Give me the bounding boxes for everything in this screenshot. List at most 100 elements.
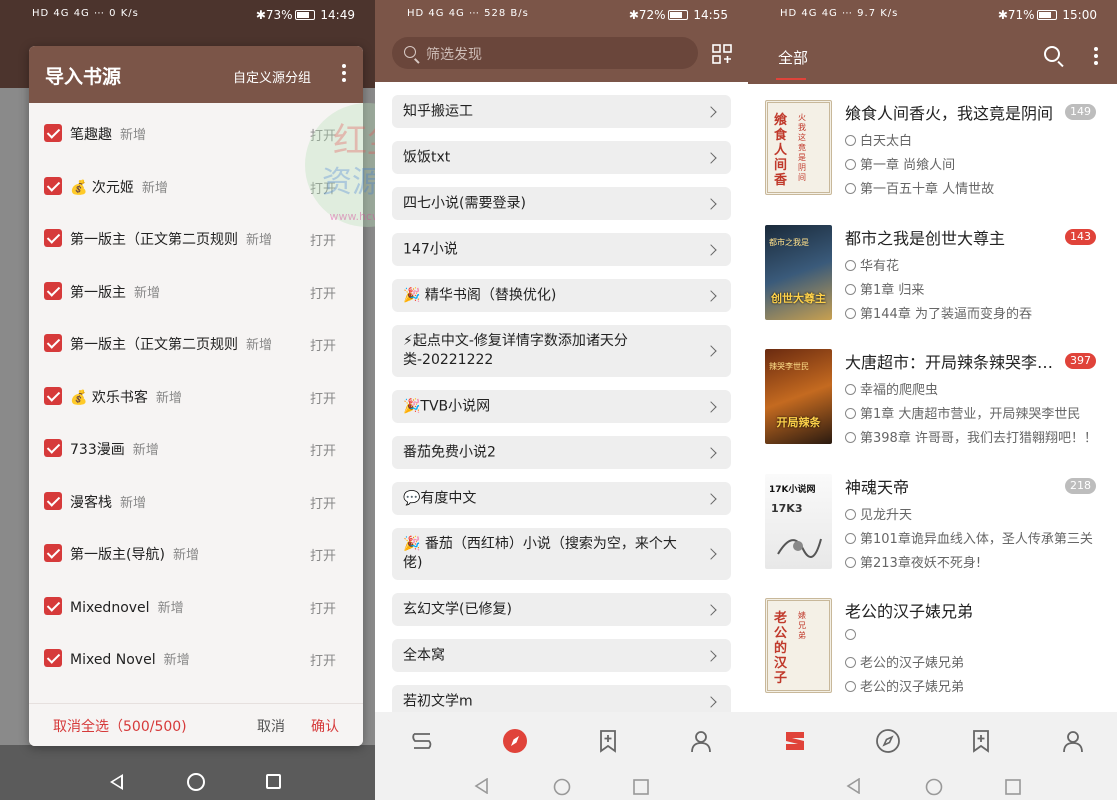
discover-item[interactable]: 全本窝 bbox=[392, 639, 731, 672]
source-checkbox[interactable] bbox=[44, 229, 62, 247]
recents-icon[interactable] bbox=[266, 774, 281, 789]
discover-item[interactable]: 番茄免费小说2 bbox=[392, 436, 731, 469]
discover-item[interactable]: 🎉 精华书阁（替换优化) bbox=[392, 279, 731, 312]
open-source-button[interactable]: 打开 bbox=[310, 178, 336, 197]
bookshelf-icon[interactable] bbox=[782, 728, 808, 754]
book-cover[interactable]: 辣哭李世民 开局辣条 bbox=[765, 349, 832, 444]
recents-icon[interactable] bbox=[1005, 779, 1021, 795]
cover-subtitle: 17K3 bbox=[771, 501, 803, 515]
confirm-button[interactable]: 确认 bbox=[311, 716, 339, 736]
book-cover[interactable]: 老公的汉子 婊兄弟 bbox=[765, 598, 832, 693]
source-row[interactable]: Mixednovel 新增 打开 bbox=[29, 580, 363, 632]
recents-icon[interactable] bbox=[633, 779, 649, 795]
source-checkbox[interactable] bbox=[44, 386, 62, 405]
more-menu-icon[interactable] bbox=[1094, 47, 1098, 68]
book-author: 幸福的爬爬虫 bbox=[845, 379, 938, 398]
open-source-button[interactable]: 打开 bbox=[310, 283, 336, 302]
discover-item[interactable]: 🎉TVB小说网 bbox=[392, 390, 731, 423]
open-source-button[interactable]: 打开 bbox=[310, 388, 336, 407]
discover-item[interactable]: 饭饭txt bbox=[392, 141, 731, 174]
profile-icon[interactable] bbox=[688, 728, 714, 754]
source-row[interactable]: 第一版主 新增 打开 bbox=[29, 265, 363, 317]
back-icon[interactable] bbox=[110, 774, 123, 790]
source-row[interactable]: 💰 次元姬 新增 打开 bbox=[29, 160, 363, 212]
compass-icon[interactable] bbox=[875, 728, 901, 754]
search-icon[interactable] bbox=[1044, 46, 1060, 62]
open-source-button[interactable]: 打开 bbox=[310, 650, 336, 669]
source-row[interactable]: 第一版主(导航) 新增 打开 bbox=[29, 527, 363, 579]
cancel-button[interactable]: 取消 bbox=[257, 716, 285, 736]
source-row[interactable]: 第一版主（正文第二页规则 新增 打开 bbox=[29, 212, 363, 264]
source-checkbox[interactable] bbox=[44, 176, 62, 195]
open-source-button[interactable]: 打开 bbox=[310, 335, 336, 354]
discover-item[interactable]: 玄幻文学(已修复) bbox=[392, 593, 731, 626]
clock-icon bbox=[845, 657, 856, 668]
discover-item-label: 知乎搬运工 bbox=[403, 103, 473, 119]
open-source-button[interactable]: 打开 bbox=[310, 440, 336, 459]
source-checkbox[interactable] bbox=[44, 649, 62, 667]
bookmark-icon[interactable] bbox=[968, 728, 994, 754]
book-item[interactable]: 飨食人间香 火我这竟是阴间 飨食人间香火，我这竟是阴间 149 白天太白 第一章 尚飨人间… bbox=[748, 84, 1117, 208]
cover-subtitle: 火我这竟是阴间 bbox=[798, 113, 806, 182]
chevron-right-icon bbox=[705, 603, 717, 616]
source-row[interactable]: 漫客栈 新增 打开 bbox=[29, 475, 363, 527]
book-item[interactable]: 17K小说网 17K3 神魂天帝 218 见龙升天 第101章诡异血线入体，圣人传承第三关… bbox=[748, 458, 1117, 582]
bookmark-icon[interactable] bbox=[595, 728, 621, 754]
tab-all[interactable]: 全部 bbox=[778, 47, 808, 68]
status-bar: HD 4G 4G ⋯ 9.7 K/s ✱71% 15:00 bbox=[748, 0, 1117, 30]
discover-item[interactable]: 知乎搬运工 bbox=[392, 95, 731, 128]
source-checkbox[interactable] bbox=[44, 544, 62, 562]
chevron-right-icon bbox=[705, 548, 717, 560]
profile-icon[interactable] bbox=[1060, 728, 1086, 754]
new-tag: 新增 bbox=[246, 338, 273, 353]
discover-item[interactable]: 147小说 bbox=[392, 233, 731, 266]
source-row[interactable]: 💰 欢乐书客 新增 打开 bbox=[29, 370, 363, 422]
source-row[interactable]: 第一版主（正文第二页规则 新增 打开 bbox=[29, 317, 363, 369]
home-icon[interactable] bbox=[187, 773, 205, 791]
back-icon[interactable] bbox=[846, 778, 860, 794]
source-checkbox[interactable] bbox=[44, 596, 62, 615]
more-menu-icon[interactable] bbox=[341, 64, 347, 84]
discover-item[interactable]: ⚡起点中文-修复详情字数添加诸天分类-20221222 bbox=[392, 325, 731, 377]
bookshelf-icon[interactable] bbox=[409, 728, 435, 754]
source-row[interactable]: 733漫画 新增 打开 bbox=[29, 422, 363, 474]
new-tag: 新增 bbox=[120, 495, 147, 511]
source-row[interactable]: 笔趣趣 新增 打开 bbox=[29, 107, 363, 159]
source-checkbox[interactable] bbox=[44, 491, 62, 510]
custom-group-button[interactable]: 自定义源分组 bbox=[233, 67, 311, 86]
open-source-button[interactable]: 打开 bbox=[310, 545, 336, 564]
book-cover[interactable]: 都市之我是 创世大尊主 bbox=[765, 224, 832, 320]
discover-item[interactable]: 四七小说(需要登录) bbox=[392, 187, 731, 220]
home-icon[interactable] bbox=[925, 778, 943, 796]
clock-icon bbox=[845, 408, 856, 419]
discover-item[interactable]: 🎉 番茄（西红柿）小说（搜索为空，来个大佬) bbox=[392, 528, 731, 580]
source-checkbox[interactable] bbox=[44, 334, 62, 352]
book-item[interactable]: 都市之我是 创世大尊主 都市之我是创世大尊主 143 华有花 第1章 归来 第144章 为了… bbox=[748, 209, 1117, 333]
discover-item[interactable]: 若初文学m bbox=[392, 685, 731, 712]
open-source-button[interactable]: 打开 bbox=[310, 598, 336, 617]
compass-icon[interactable] bbox=[502, 728, 528, 754]
book-item[interactable]: 老公的汉子 婊兄弟 老公的汉子婊兄弟 老公的汉子婊兄弟 老公的汉子婊兄弟 bbox=[748, 582, 1117, 706]
filter-search-input[interactable]: 筛选发现 bbox=[392, 37, 698, 69]
import-dialog: 导入书源 自定义源分组 笔趣趣 新增 打开 💰 次元姬 新增 打开 第一版主（正文第二页规则… bbox=[29, 46, 363, 746]
book-cover[interactable]: 17K小说网 17K3 bbox=[765, 473, 832, 569]
chevron-right-icon bbox=[705, 345, 717, 357]
source-name: 第一版主（正文第二页规则 新增 bbox=[70, 337, 273, 353]
back-icon[interactable] bbox=[474, 778, 488, 794]
book-latest-chapter: 第一百五十章 人情世故 bbox=[845, 178, 994, 197]
open-source-button[interactable]: 打开 bbox=[310, 230, 336, 249]
book-item[interactable]: 辣哭李世民 开局辣条 大唐超市：开局辣条辣哭李世民 397 幸福的爬爬虫 第1章 大唐超市… bbox=[748, 333, 1117, 457]
deselect-all-button[interactable]: 取消全选（500/500) bbox=[53, 716, 187, 736]
group-filter-icon[interactable] bbox=[712, 44, 732, 64]
home-icon[interactable] bbox=[553, 778, 571, 796]
book-author bbox=[845, 628, 860, 643]
discover-item[interactable]: 💬有度中文 bbox=[392, 482, 731, 515]
source-checkbox[interactable] bbox=[44, 124, 62, 142]
source-checkbox[interactable] bbox=[44, 439, 62, 457]
book-cover[interactable]: 飨食人间香 火我这竟是阴间 bbox=[765, 100, 832, 195]
compass-small-icon bbox=[845, 556, 856, 568]
open-source-button[interactable]: 打开 bbox=[310, 493, 336, 512]
source-checkbox[interactable] bbox=[44, 281, 62, 300]
open-source-button[interactable]: 打开 bbox=[310, 125, 336, 144]
source-row[interactable]: Mixed Novel 新增 打开 bbox=[29, 632, 363, 684]
